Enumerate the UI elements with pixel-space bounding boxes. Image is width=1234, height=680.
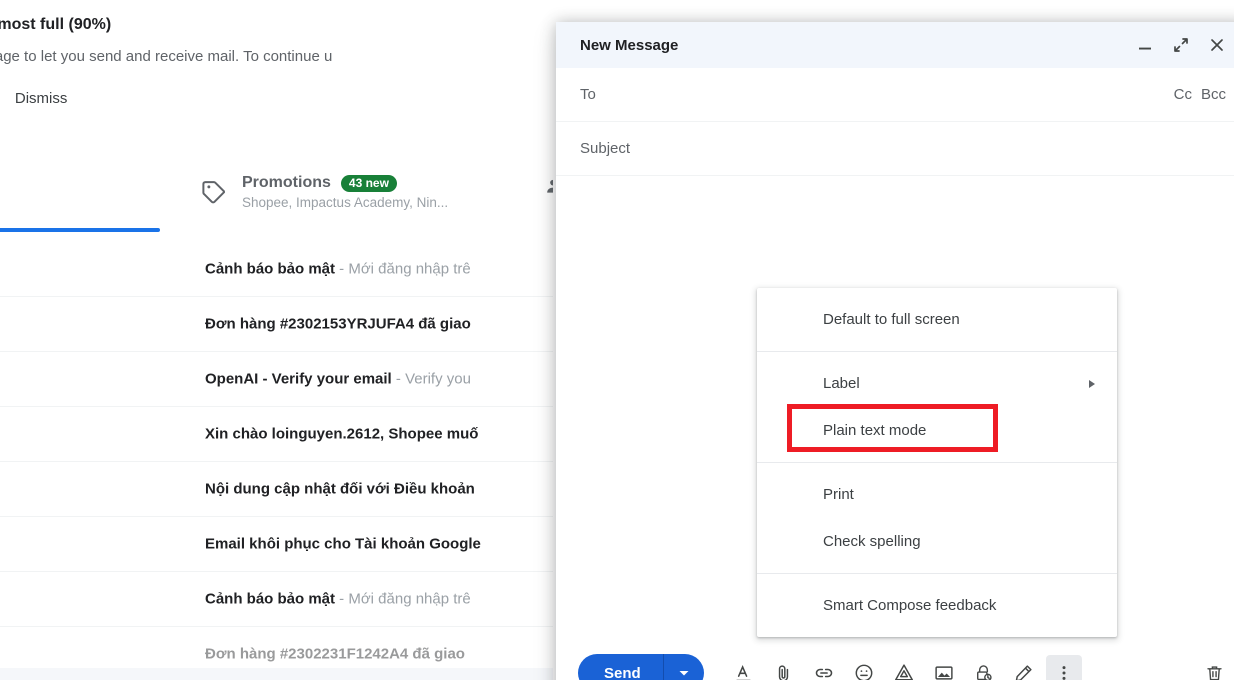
insert-photo-icon[interactable]	[926, 655, 962, 680]
message-subject-text: Email khôi phục cho Tài khoản Google	[205, 535, 481, 553]
minimize-button[interactable]	[1136, 36, 1154, 54]
menu-item-smart-compose-feedback[interactable]: Smart Compose feedback	[757, 582, 1117, 629]
signature-icon[interactable]	[1006, 655, 1042, 680]
confidential-mode-icon[interactable]	[966, 655, 1002, 680]
insert-link-icon[interactable]	[806, 655, 842, 680]
menu-item-label: Default to full screen	[823, 311, 960, 328]
cc-button[interactable]: Cc	[1174, 86, 1192, 103]
menu-item-label: Print	[823, 486, 854, 503]
bcc-button[interactable]: Bcc	[1201, 86, 1226, 103]
tab-promotions-label: Promotions	[242, 174, 331, 191]
compose-toolbar: Send	[556, 644, 1234, 680]
insert-drive-icon[interactable]	[886, 655, 922, 680]
send-label: Send	[604, 664, 641, 680]
tag-icon	[202, 181, 226, 204]
message-sender: Play	[0, 481, 80, 498]
screen: storage is almost full (90%) l requires …	[0, 0, 1234, 680]
message-snippet: - Mới đăng nhập trê	[335, 260, 471, 278]
compose-header: New Message	[556, 22, 1234, 68]
tab-promotions-senders: Shopee, Impactus Academy, Nin...	[242, 195, 449, 210]
subject-field[interactable]: Subject	[556, 122, 1234, 176]
to-field[interactable]: To Cc Bcc	[556, 68, 1234, 122]
discard-draft-button[interactable]	[1196, 655, 1232, 680]
message-subject: Email khôi phục cho Tài khoản Google	[205, 536, 481, 553]
menu-divider	[757, 573, 1117, 574]
storage-banner-title: storage is almost full (90%)	[0, 16, 112, 33]
to-label: To	[580, 86, 596, 103]
send-divider	[662, 654, 664, 680]
inbox-tabs: Promotions 43 new Shopee, Impactus Acade…	[0, 160, 553, 242]
tab-promotions-text: Promotions 43 new Shopee, Impactus Acade…	[242, 174, 448, 210]
promotions-new-badge: 43 new	[340, 174, 397, 192]
table-row[interactable]: Xin chào loinguyen.2612, Shopee muố	[0, 407, 553, 462]
message-subject: Cảnh báo bảo mật - Mới đăng nhập trê	[205, 591, 471, 608]
menu-divider	[757, 462, 1117, 463]
list-footer-shade	[0, 668, 553, 680]
table-row[interactable]: Cảnh báo bảo mật - Mới đăng nhập trê	[0, 572, 553, 627]
close-button[interactable]	[1208, 36, 1226, 54]
message-subject: Xin chào loinguyen.2612, Shopee muố	[205, 426, 478, 443]
message-subject-text: Đơn hàng #2302231F1242A4 đã giao	[205, 645, 465, 663]
message-subject: Nội dung cập nhật đối với Điều khoản	[205, 481, 475, 498]
message-subject: Đơn hàng #2302153YRJUFA4 đã giao	[205, 316, 471, 333]
message-subject-text: OpenAI - Verify your email	[205, 370, 392, 388]
storage-banner-body: l requires storage to let you send and r…	[0, 48, 333, 65]
insert-emoji-icon[interactable]	[846, 655, 882, 680]
menu-divider	[757, 351, 1117, 352]
send-button[interactable]: Send	[578, 654, 704, 680]
message-snippet: - Mới đăng nhập trê	[335, 590, 471, 608]
message-snippet: - Verify you	[391, 370, 471, 388]
chevron-down-icon	[679, 671, 689, 676]
table-row[interactable]: Play Nội dung cập nhật đối với Điều khoản	[0, 462, 553, 517]
table-row[interactable]: Đơn hàng #2302153YRJUFA4 đã giao	[0, 297, 553, 352]
message-subject-text: Nội dung cập nhật đối với Điều khoản	[205, 480, 475, 498]
tab-primary[interactable]	[0, 160, 160, 232]
table-row[interactable]: Email khôi phục cho Tài khoản Google	[0, 517, 553, 572]
menu-item-label: Check spelling	[823, 533, 921, 550]
menu-item-plain-text-mode[interactable]: Plain text mode	[757, 407, 1117, 454]
message-subject: OpenAI - Verify your email - Verify you	[205, 371, 471, 388]
expand-button[interactable]	[1172, 36, 1190, 54]
message-subject-text: Đơn hàng #2302153YRJUFA4 đã giao	[205, 315, 471, 333]
message-subject-text: Cảnh báo bảo mật	[205, 260, 336, 278]
menu-item-label: Label	[823, 375, 860, 392]
table-row[interactable]: Cảnh báo bảo mật - Mới đăng nhập trê	[0, 242, 553, 297]
menu-item-label: Plain text mode	[823, 422, 927, 439]
menu-item-label: Smart Compose feedback	[823, 597, 997, 614]
storage-banner: storage is almost full (90%) l requires …	[0, 0, 553, 130]
menu-item-default-to-full-screen[interactable]: Default to full screen	[757, 296, 1117, 343]
more-options-icon[interactable]	[1045, 655, 1082, 680]
message-subject-text: Xin chào loinguyen.2612, Shopee muố	[205, 425, 479, 443]
subject-label: Subject	[580, 140, 631, 157]
tab-promotions[interactable]: Promotions 43 new Shopee, Impactus Acade…	[190, 156, 458, 228]
compose-title: New Message	[580, 36, 679, 54]
mail-list-pane: storage is almost full (90%) l requires …	[0, 0, 553, 680]
storage-banner-actions: ge storage Dismiss	[0, 90, 68, 107]
tab-active-underline	[0, 228, 160, 232]
compose-window-controls	[1136, 36, 1232, 54]
menu-item-label[interactable]: Label	[757, 360, 1117, 407]
social-tab-icon	[547, 179, 553, 193]
submenu-arrow-icon	[1089, 379, 1095, 388]
format-text-icon[interactable]	[726, 655, 762, 680]
attach-file-icon[interactable]	[766, 655, 802, 680]
send-options-button[interactable]	[664, 654, 704, 680]
compose-more-options-menu: Default to full screen Label Plain text mo…	[757, 288, 1117, 637]
message-subject: Đơn hàng #2302231F1242A4 đã giao	[205, 646, 465, 663]
menu-item-check-spelling[interactable]: Check spelling	[757, 518, 1117, 565]
dismiss-button[interactable]: Dismiss	[15, 90, 68, 107]
cc-bcc-group: Cc Bcc	[1174, 86, 1232, 103]
compose-tool-icons	[726, 655, 1082, 680]
message-subject: Cảnh báo bảo mật - Mới đăng nhập trê	[205, 261, 471, 278]
message-list: Cảnh báo bảo mật - Mới đăng nhập trê Đơn …	[0, 242, 553, 680]
menu-item-print[interactable]: Print	[757, 471, 1117, 518]
message-subject-text: Cảnh báo bảo mật	[205, 590, 336, 608]
table-row[interactable]: OpenAI - Verify your email - Verify you	[0, 352, 553, 407]
